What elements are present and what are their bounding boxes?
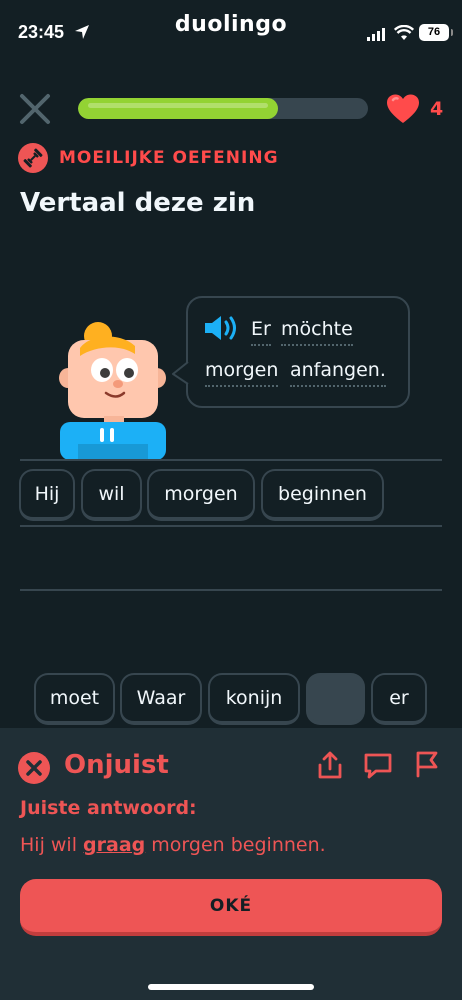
word-bank-chip[interactable]: Waar [120, 673, 202, 725]
answer-word-chip[interactable]: Hij [19, 469, 75, 521]
correct-answer-part: morgen beginnen. [145, 834, 326, 856]
battery-indicator: 76 [419, 24, 453, 41]
answer-word-chip[interactable]: beginnen [261, 469, 384, 521]
heart-icon[interactable] [386, 94, 420, 124]
x-circle-icon [18, 752, 50, 784]
hearts-count: 4 [430, 98, 444, 120]
signal-icon [367, 28, 385, 41]
comment-icon[interactable] [363, 751, 393, 781]
character-avatar [59, 322, 166, 460]
correct-answer-label: Juiste antwoord: [20, 797, 197, 819]
answer-word-chip[interactable]: morgen [147, 469, 255, 521]
word-bank-chip[interactable]: konijn [208, 673, 300, 725]
prompt-word[interactable]: anfangen. [290, 359, 386, 387]
app-name: duolingo [174, 12, 288, 37]
speaker-icon[interactable] [203, 313, 239, 343]
challenge-instruction: Vertaal deze zin [20, 188, 256, 218]
challenge-type-label: MOEILIJKE OEFENING [59, 148, 279, 168]
dumbbell-icon [18, 143, 48, 173]
word-bank-chip[interactable]: er [371, 673, 427, 725]
answer-word-chip[interactable]: wil [81, 469, 142, 521]
prompt-word[interactable]: möchte [281, 318, 353, 346]
word-bank-chip-placeholder [306, 673, 365, 725]
answer-line [20, 525, 442, 527]
correct-answer-text: Hij wil graag morgen beginnen. [20, 834, 326, 856]
close-icon[interactable] [18, 92, 52, 126]
feedback-status: Onjuist [64, 750, 169, 780]
word-bank-chip[interactable]: moet [34, 673, 115, 725]
prompt-word[interactable]: morgen [205, 359, 279, 387]
correct-answer-highlight: graag [83, 834, 146, 856]
flag-icon[interactable] [412, 749, 442, 779]
correct-answer-part: Hij wil [20, 834, 84, 856]
ok-button[interactable]: OKÉ [20, 879, 442, 936]
prompt-word[interactable]: Er [251, 318, 271, 346]
status-bar: 23:45 duolingo 76 [0, 0, 462, 60]
speech-bubble-tail [172, 362, 189, 384]
progress-fill [78, 98, 279, 119]
answer-line [20, 459, 442, 461]
wifi-icon [394, 25, 414, 40]
answer-line [20, 589, 442, 591]
lesson-progress-bar [78, 98, 368, 119]
share-icon[interactable] [315, 750, 345, 780]
home-indicator[interactable] [148, 984, 314, 990]
